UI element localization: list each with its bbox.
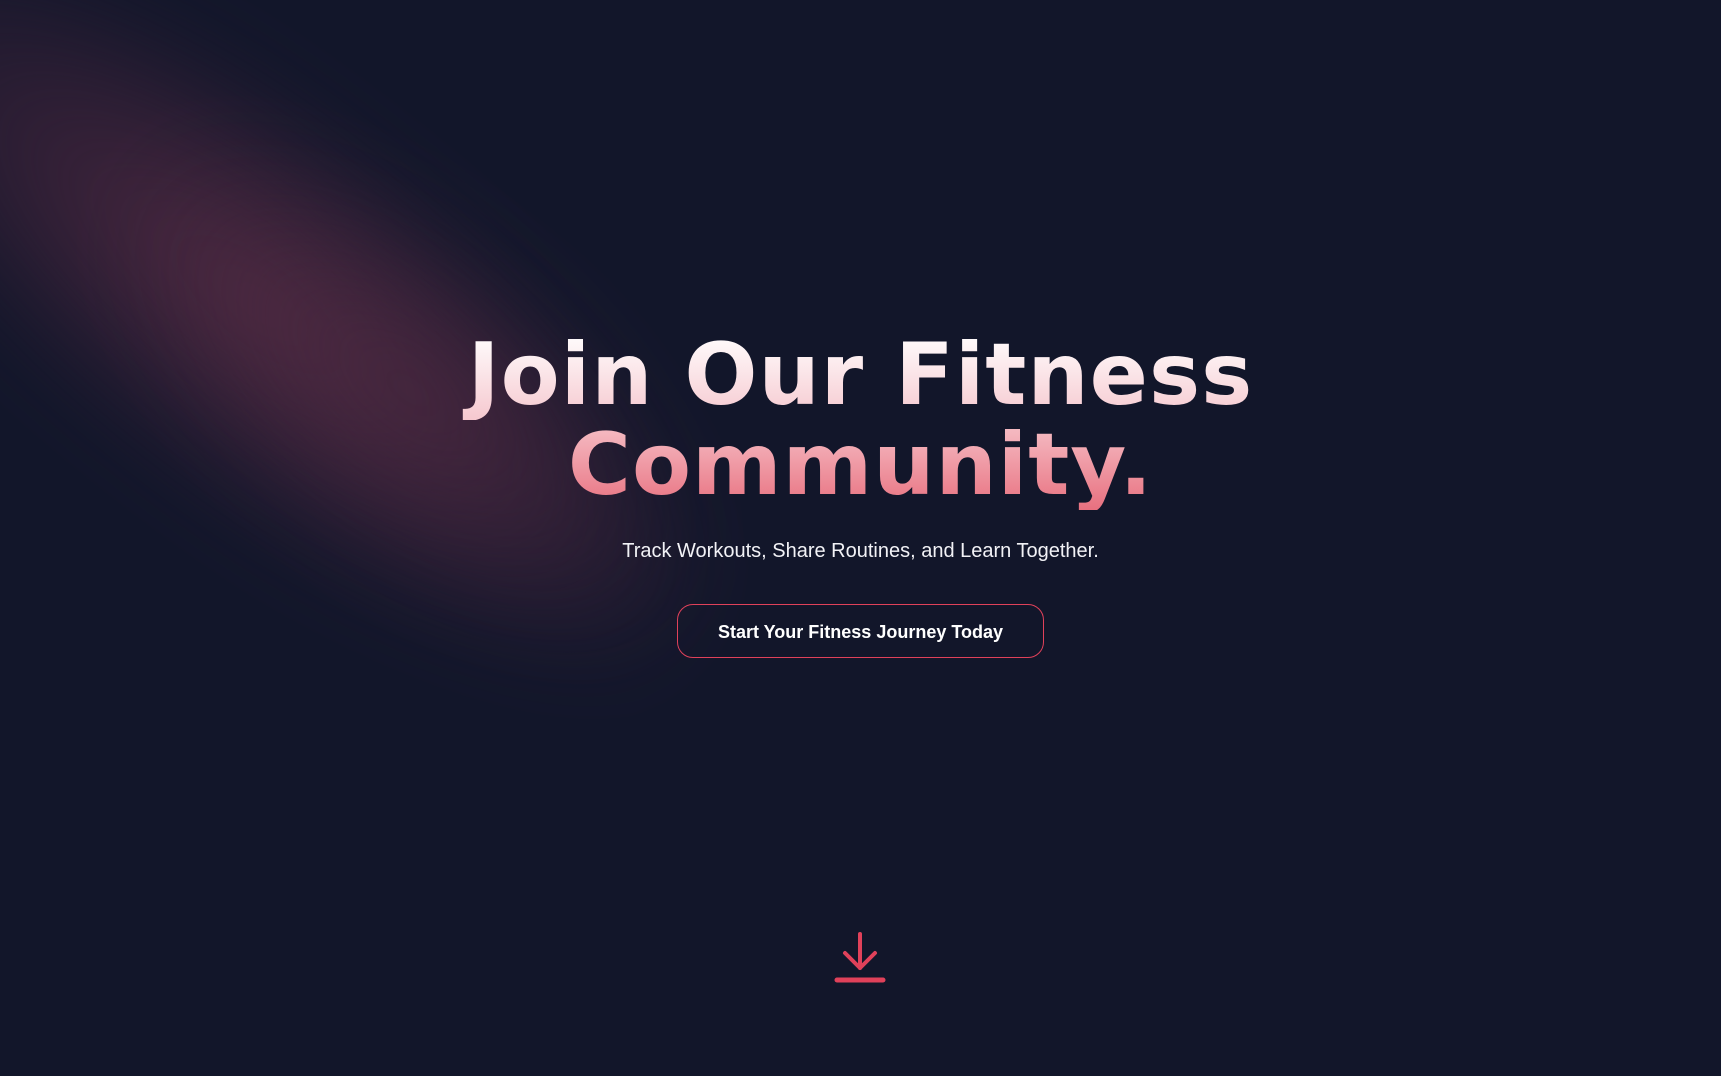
download-arrow-icon [834,932,886,983]
headline-line-1: Join Our Fitness [0,330,1721,420]
headline-line-2: Community. [0,420,1721,510]
hero-section: Join Our Fitness Community. Track Workou… [0,330,1721,658]
scroll-down-button[interactable] [832,930,888,986]
hero-headline: Join Our Fitness Community. [0,330,1721,510]
start-journey-button[interactable]: Start Your Fitness Journey Today [676,604,1045,658]
hero-subtitle: Track Workouts, Share Routines, and Lear… [622,540,1099,562]
